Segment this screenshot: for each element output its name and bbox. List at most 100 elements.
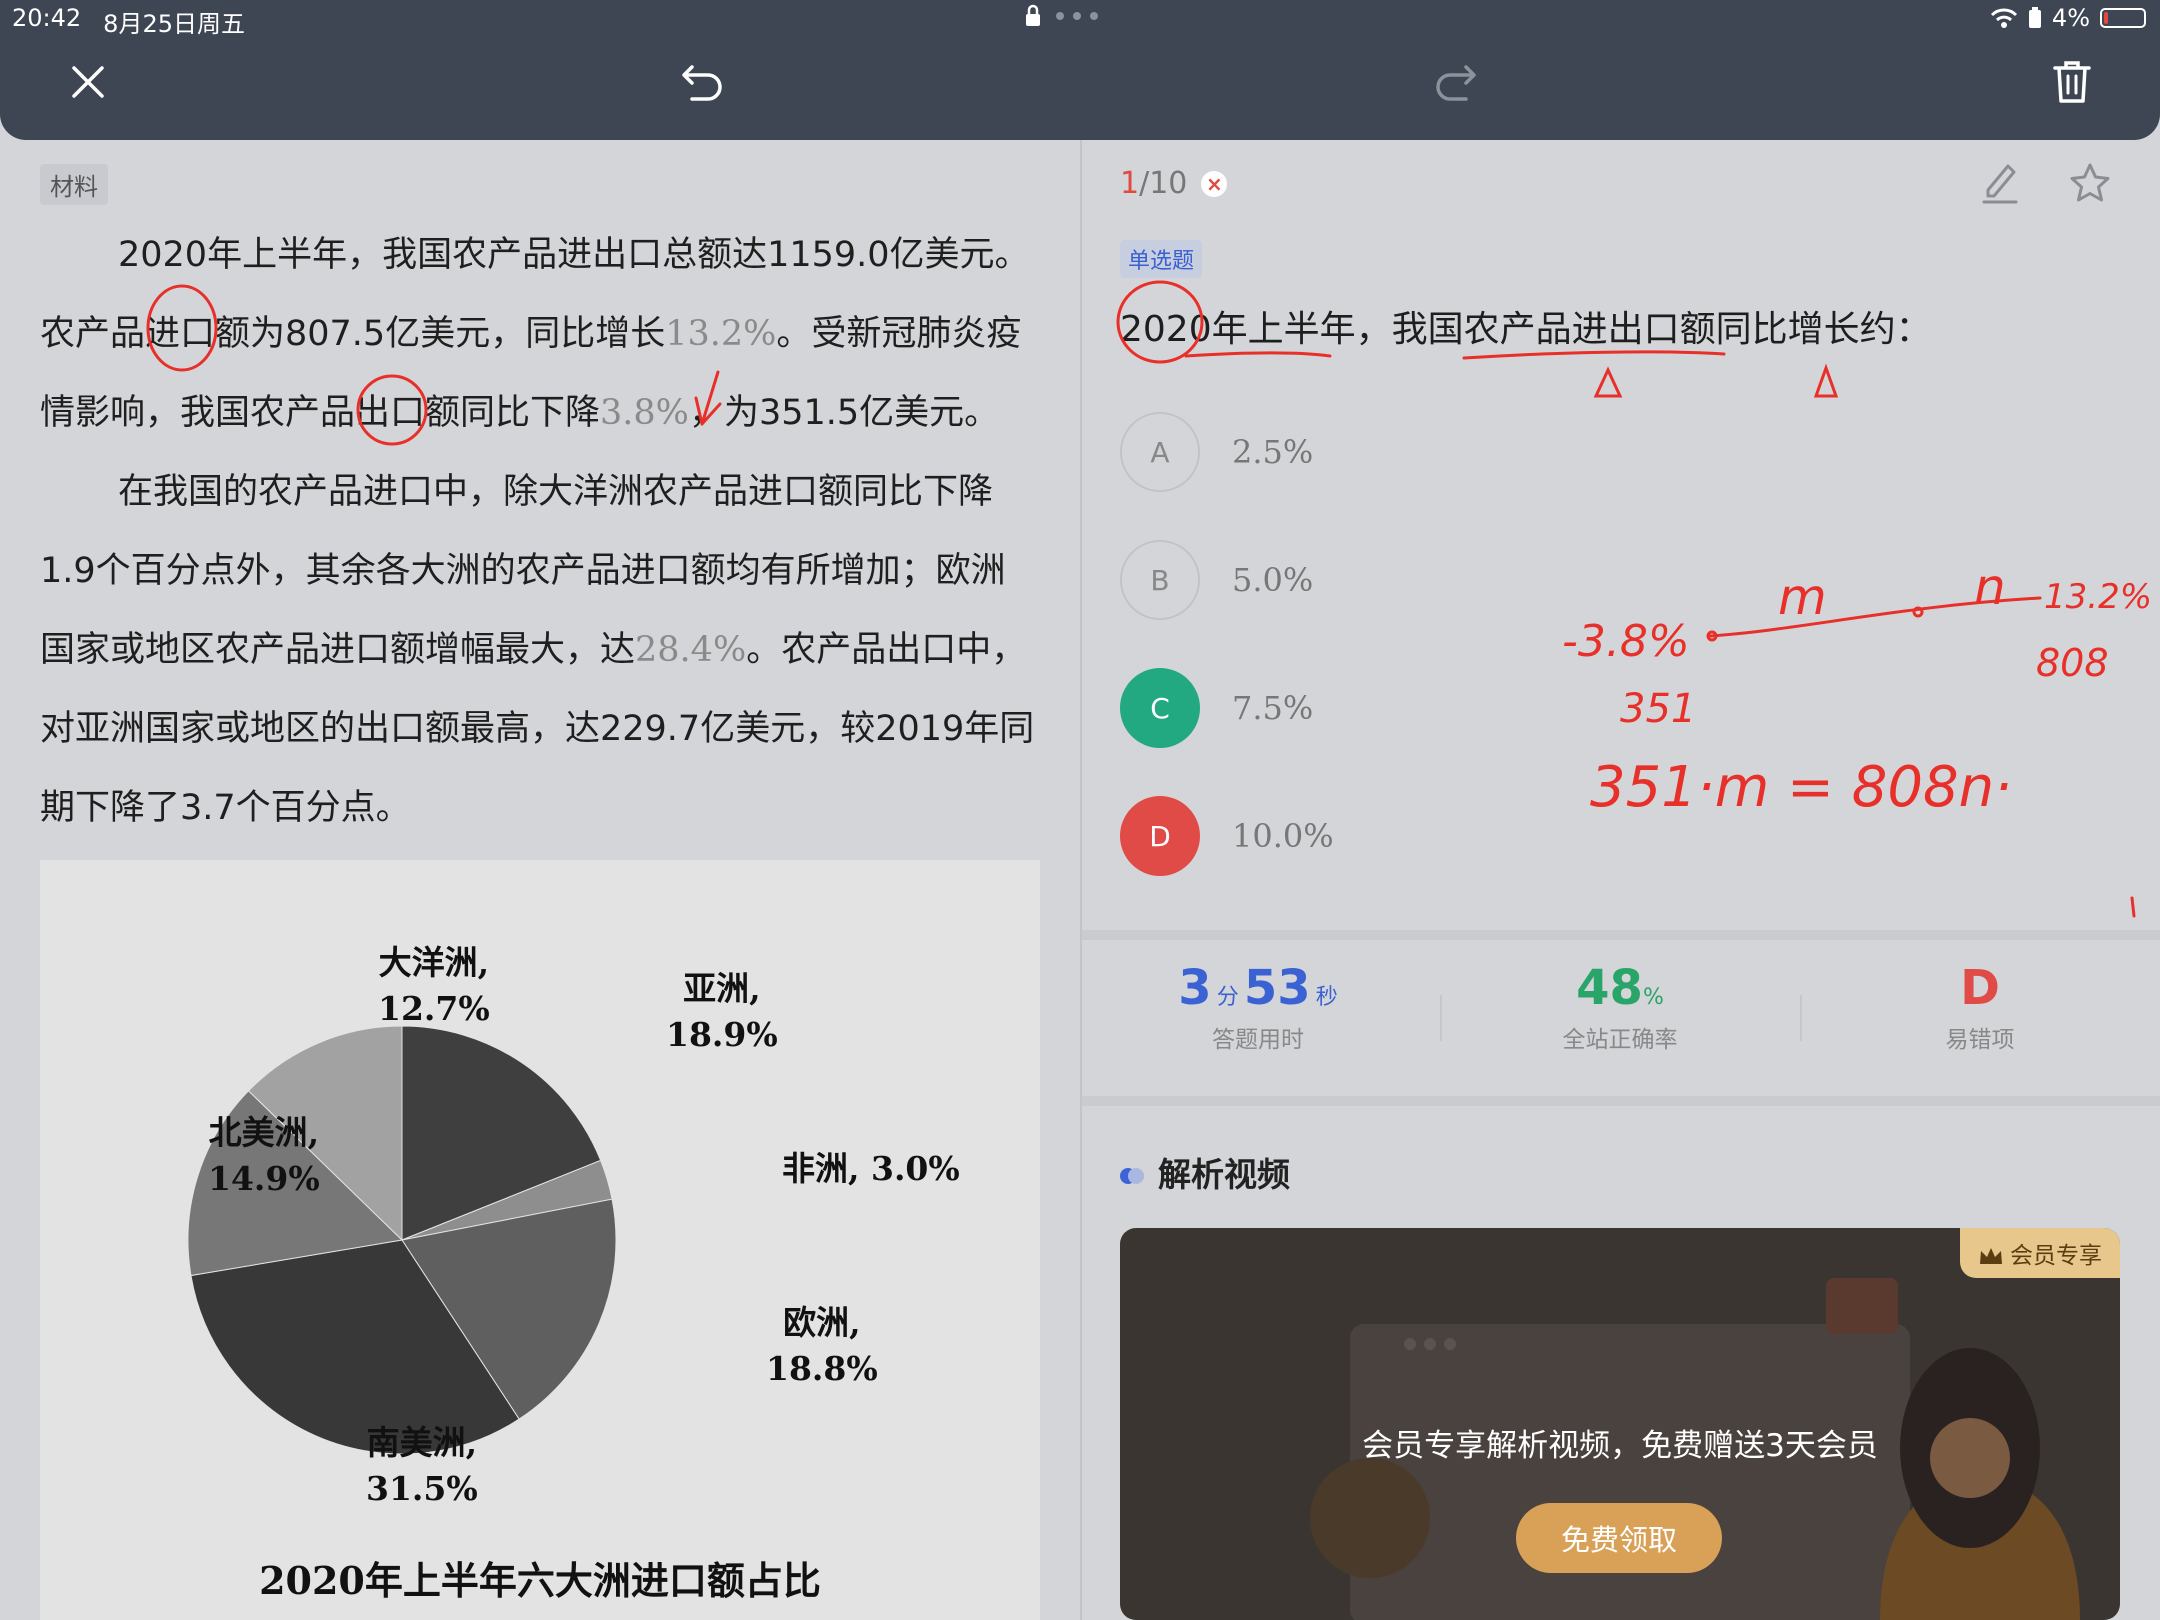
pie-label-value: 18.8% <box>766 1349 878 1388</box>
material-line: 农产品进口额为807.5亿美元，同比增长13.2%。受新冠肺炎疫 <box>40 295 1050 374</box>
undo-icon <box>682 65 722 101</box>
material-number: 13.2% <box>665 314 777 354</box>
section-separator <box>1082 930 2160 940</box>
stat-time: 3 分 53 秒 答题用时 <box>1078 960 1438 1054</box>
status-date: 8月25日周五 <box>103 10 245 38</box>
close-button[interactable] <box>58 52 118 112</box>
pie-chart-svg <box>187 1025 617 1455</box>
status-bar-center <box>1024 4 1100 28</box>
pie-label-value: 18.9% <box>666 1015 778 1054</box>
stat-common-wrong: D 易错项 <box>1800 960 2160 1054</box>
material-paragraph-1: 2020年上半年，我国农产品进出口总额达1159.0亿美元。 农产品进口额为80… <box>40 216 1050 453</box>
pie-label-europe: 欧洲, 18.8% <box>766 1300 878 1392</box>
delete-button[interactable] <box>2042 52 2102 112</box>
accuracy-unit: % <box>1642 985 1664 1010</box>
material-text: 农产品进口额为807.5亿美元，同比增长 <box>40 314 666 354</box>
material-number: 28.4% <box>635 630 747 670</box>
video-message: 会员专享解析视频，免费赠送3天会员 <box>1362 1428 1878 1464</box>
option-letter: A <box>1120 412 1200 492</box>
material-number: 3.8% <box>600 393 689 433</box>
progress-total: /10 <box>1139 166 1188 201</box>
redo-button[interactable] <box>1426 52 1486 112</box>
pie-label-name: 非洲, 3.0% <box>782 1149 960 1188</box>
option-a[interactable]: A 2.5% <box>1120 412 1313 492</box>
status-bar-left: 20:42 8月25日周五 <box>12 4 245 39</box>
vip-badge: 会员专享 <box>1960 1228 2120 1278</box>
option-text: 2.5% <box>1232 433 1314 471</box>
analysis-title-text: 解析视频 <box>1158 1155 1290 1194</box>
wrong-mark-icon: × <box>1201 170 1228 197</box>
time-min: 3 <box>1178 960 1212 1016</box>
time-sec: 53 <box>1243 960 1311 1016</box>
stat-label: 易错项 <box>1945 1027 2015 1053</box>
lock-icon <box>1026 4 1040 26</box>
section-separator <box>1082 1096 2160 1106</box>
progress-text: 1/10 <box>1120 166 1187 201</box>
charging-icon <box>2028 7 2041 28</box>
material-text: 。受新冠肺炎疫 <box>776 314 1022 354</box>
material-text: 。农产品出口中， <box>746 630 1027 670</box>
pie-label-value: 14.9% <box>208 1159 320 1198</box>
pie-chart: 大洋洲, 12.7% 亚洲, 18.9% 非洲, 3.0% 北美洲, 14.9% 欧洲… <box>40 860 1040 1620</box>
pie-label-south-america: 南美洲, 31.5% <box>366 1420 478 1512</box>
pie-label-oceania: 大洋洲, 12.7% <box>378 940 490 1032</box>
material-text: 在我国的农产品进口中，除大洋洲农产品进口额同比下降 <box>118 472 994 512</box>
pie-label-africa: 非洲, 3.0% <box>782 1146 960 1192</box>
analysis-section-title: 解析视频 <box>1120 1148 1290 1196</box>
vip-badge-text: 会员专享 <box>2010 1243 2102 1269</box>
accuracy-value: 48 <box>1576 960 1643 1016</box>
redo-icon <box>1436 65 1476 101</box>
question-type-badge: 单选题 <box>1120 240 1203 278</box>
question-text: 2020年上半年，我国农产品进出口额同比增长约： <box>1120 309 1932 350</box>
chart-title: 2020年上半年六大洲进口额占比 <box>259 1558 821 1603</box>
wifi-icon <box>1990 8 2017 28</box>
pie-label-north-america: 北美洲, 14.9% <box>208 1110 320 1202</box>
star-icon <box>2070 163 2110 202</box>
material-tag: 材料 <box>40 164 108 205</box>
material-line: 情影响，我国农产品出口额同比下降3.8%，为351.5亿美元。 <box>40 374 1050 453</box>
option-text: 10.0% <box>1232 817 1334 855</box>
claim-free-button[interactable]: 免费领取 <box>1516 1503 1722 1573</box>
more-dots-icon[interactable] <box>1054 11 1100 21</box>
option-b[interactable]: B 5.0% <box>1120 540 1313 620</box>
pencil-icon <box>1982 164 2018 204</box>
section-dots-icon <box>1120 1153 1144 1192</box>
trash-icon <box>2053 61 2091 103</box>
option-letter: B <box>1120 540 1200 620</box>
edit-note-button[interactable] <box>1980 160 2020 208</box>
battery-icon <box>2100 8 2146 28</box>
material-text: 情影响，我国农产品出口额同比下降 <box>40 393 601 433</box>
pie-label-asia: 亚洲, 18.9% <box>666 966 778 1058</box>
material-text: 国家或地区农产品进口额增幅最大，达 <box>40 630 636 670</box>
option-d[interactable]: D 10.0% <box>1120 796 1334 876</box>
material-text: 2020年上半年，我国农产品进出口总额达1159.0亿美元。 <box>118 235 1030 275</box>
option-letter-wrong: D <box>1120 796 1200 876</box>
pie-label-value: 12.7% <box>378 989 490 1028</box>
pie-label-name: 南美洲, <box>366 1423 478 1462</box>
pie-label-name: 欧洲, <box>783 1303 861 1342</box>
option-letter-correct: C <box>1120 668 1200 748</box>
common-wrong-value: D <box>1960 960 2000 1016</box>
option-c[interactable]: C 7.5% <box>1120 668 1313 748</box>
material-line: 在我国的农产品进口中，除大洋洲农产品进口额同比下降 <box>40 453 1050 532</box>
option-text: 5.0% <box>1232 561 1314 599</box>
option-text: 7.5% <box>1232 689 1314 727</box>
time-sec-unit: 秒 <box>1315 985 1338 1010</box>
pie-label-name: 亚洲, <box>683 969 761 1008</box>
pie-label-name: 北美洲, <box>208 1113 320 1152</box>
status-bar-right: 4% <box>1990 4 2146 32</box>
favorite-button[interactable] <box>2068 162 2112 208</box>
top-toolbar: 20:42 8月25日周五 4% <box>0 0 2160 140</box>
question-progress: 1/10 × <box>1120 166 1228 201</box>
screen-root: { "status": {"time": "20:42", "date": "8… <box>0 0 2160 1620</box>
stat-label: 全站正确率 <box>1562 1027 1678 1053</box>
material-text: ，为351.5亿美元。 <box>688 393 1000 433</box>
material-line: 2020年上半年，我国农产品进出口总额达1159.0亿美元。 <box>40 216 1050 295</box>
undo-button[interactable] <box>672 52 732 112</box>
stat-label: 答题用时 <box>1212 1027 1304 1053</box>
pie-label-value: 31.5% <box>366 1469 478 1508</box>
progress-current: 1 <box>1120 166 1140 201</box>
analysis-video-card[interactable]: 会员专享 会员专享解析视频，免费赠送3天会员 免费领取 <box>1120 1228 2120 1620</box>
close-icon <box>72 66 104 98</box>
crown-icon <box>1980 1248 2002 1264</box>
